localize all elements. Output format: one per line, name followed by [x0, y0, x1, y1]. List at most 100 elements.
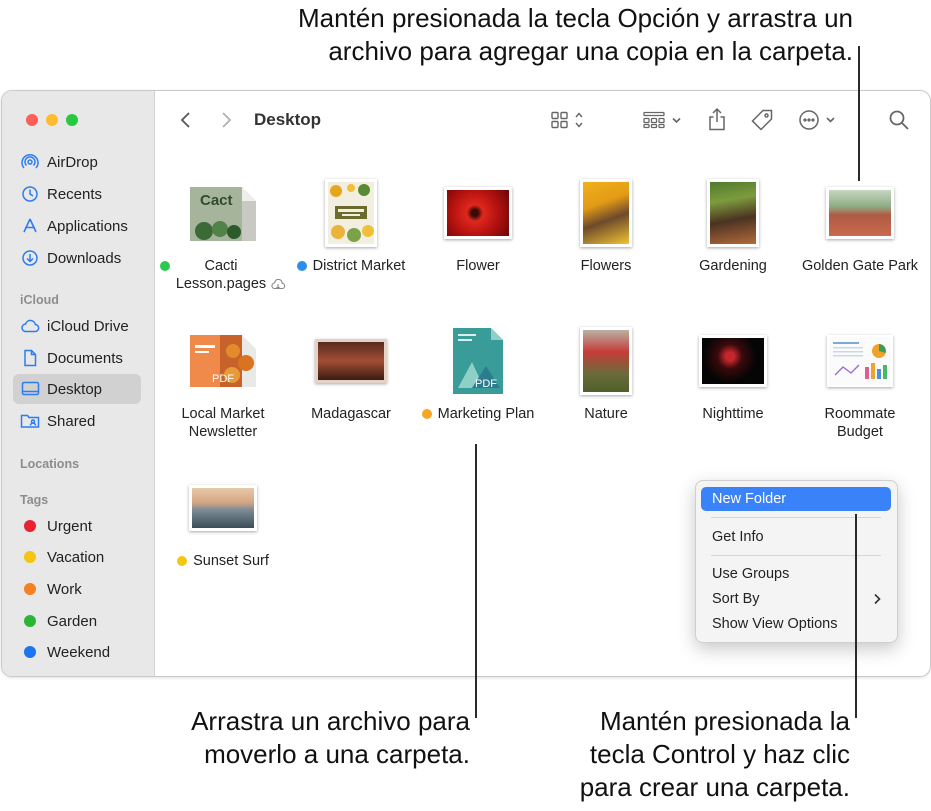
sidebar-heading-tags: Tags	[20, 493, 49, 507]
sidebar-tag-vacation[interactable]: Vacation	[13, 542, 141, 572]
file-sunset-surf[interactable]: Sunset Surf	[160, 472, 286, 570]
share-icon	[709, 107, 725, 131]
sidebar-item-label: iCloud Drive	[47, 317, 129, 335]
sidebar-item-label: Downloads	[47, 249, 122, 267]
photo-thumbnail	[699, 335, 767, 387]
sidebar-item-recents[interactable]: Recents	[13, 179, 141, 209]
photo-thumbnail	[826, 187, 894, 239]
photo-thumbnail	[580, 179, 632, 247]
close-window-button[interactable]	[26, 114, 38, 126]
menu-item-get-info[interactable]: Get Info	[701, 525, 891, 549]
photo-thumbnail	[444, 187, 512, 239]
file-flower[interactable]: Flower	[415, 177, 541, 275]
window-title: Desktop	[254, 110, 322, 129]
file-nature[interactable]: Nature	[543, 325, 669, 423]
share-button[interactable]	[704, 105, 730, 133]
file-local-market-newsletter[interactable]: PDF Local Market Newsletter	[160, 325, 286, 441]
sidebar-heading-icloud: iCloud	[20, 293, 59, 307]
menu-item-show-view-options[interactable]: Show View Options	[701, 612, 891, 636]
pdf-badge: PDF	[475, 378, 497, 390]
callout-drag-to-folder: Arrastra un archivo para moverlo a una c…	[191, 706, 470, 769]
applications-icon	[13, 217, 47, 235]
tag-dot-icon	[24, 646, 36, 658]
view-mode-button[interactable]	[548, 108, 590, 132]
sidebar-item-documents[interactable]: Documents	[13, 343, 141, 373]
numbers-thumbnail	[827, 335, 893, 387]
file-label: Golden Gate Park	[801, 258, 919, 274]
sidebar-item-airdrop[interactable]: AirDrop	[13, 147, 141, 177]
sidebar: AirDrop Recents Applications Downloads i…	[2, 91, 155, 676]
airdrop-icon	[13, 153, 47, 171]
tag-dot-icon	[296, 261, 307, 271]
file-roommate-budget[interactable]: Roommate Budget	[797, 325, 923, 441]
menu-item-use-groups[interactable]: Use Groups	[701, 562, 891, 586]
file-label: Madagascar	[311, 406, 391, 422]
group-view-icon	[643, 111, 681, 129]
sidebar-item-label: Desktop	[47, 380, 103, 398]
file-flowers[interactable]: Flowers	[543, 177, 669, 275]
file-label: Nature	[584, 406, 628, 422]
poster-thumbnail	[325, 179, 377, 247]
file-label: Local Market Newsletter	[181, 406, 265, 440]
menu-item-label: Sort By	[712, 591, 760, 607]
file-gardening[interactable]: Gardening	[670, 177, 796, 275]
back-icon	[180, 112, 190, 128]
sidebar-item-shared[interactable]: Shared	[13, 406, 141, 436]
file-label: Nighttime	[702, 406, 764, 422]
keynote-thumbnail	[315, 339, 387, 383]
callout-control-click: Mantén presionada la tecla Control y haz…	[579, 706, 850, 802]
pdf-badge: PDF	[212, 373, 234, 385]
file-label: Flower	[456, 258, 500, 274]
minimize-window-button[interactable]	[46, 114, 58, 126]
file-label: Marketing Plan	[437, 406, 535, 422]
back-button[interactable]	[174, 107, 198, 133]
sidebar-tag-urgent[interactable]: Urgent	[13, 511, 141, 541]
search-button[interactable]	[886, 107, 912, 133]
cloud-icon	[13, 318, 47, 334]
file-label: Roommate Budget	[824, 406, 896, 440]
sidebar-tag-weekend[interactable]: Weekend	[13, 637, 141, 667]
forward-button[interactable]	[214, 107, 238, 133]
group-button[interactable]	[640, 108, 686, 132]
more-actions-button[interactable]	[796, 107, 842, 133]
cloud-download-icon	[271, 279, 286, 290]
sidebar-item-desktop[interactable]: Desktop	[13, 374, 141, 404]
file-madagascar[interactable]: Madagascar	[288, 325, 414, 423]
leader-line-drag	[475, 444, 477, 718]
callout-option-drag: Mantén presionada la tecla Opción y arra…	[298, 3, 853, 66]
sidebar-tag-work[interactable]: Work	[13, 574, 141, 604]
shared-folder-icon	[13, 413, 47, 429]
file-label: Flowers	[580, 258, 632, 274]
sidebar-item-downloads[interactable]: Downloads	[13, 243, 141, 273]
download-icon	[13, 249, 47, 267]
file-district-market[interactable]: District Market	[288, 177, 414, 275]
tag-dot-icon	[24, 615, 36, 627]
document-icon	[13, 349, 47, 367]
svg-text:Cact: Cact	[200, 192, 233, 209]
tag-button[interactable]	[748, 106, 776, 134]
file-label: Sunset Surf	[193, 553, 269, 569]
tag-dot-icon	[421, 409, 432, 419]
chevron-right-icon	[874, 593, 881, 605]
zoom-window-button[interactable]	[66, 114, 78, 126]
tag-dot-icon	[24, 583, 36, 595]
sidebar-item-applications[interactable]: Applications	[13, 211, 141, 241]
leader-line-control-click	[855, 514, 857, 718]
icon-view-icon	[551, 111, 583, 129]
file-golden-gate-park[interactable]: Golden Gate Park	[797, 177, 923, 275]
sidebar-item-label: Work	[47, 580, 82, 598]
file-nighttime[interactable]: Nighttime	[670, 325, 796, 423]
sidebar-tag-garden[interactable]: Garden	[13, 606, 141, 636]
sidebar-heading-locations: Locations	[20, 457, 80, 471]
pdf-document-icon: PDF	[183, 325, 263, 397]
menu-item-sort-by[interactable]: Sort By	[701, 587, 891, 611]
context-menu: New Folder Get Info Use Groups Sort By S…	[695, 480, 898, 643]
file-cacti-lesson[interactable]: Cact Cacti Lesson.pages	[159, 177, 286, 293]
tag-dot-icon	[177, 556, 188, 566]
sidebar-item-icloud-drive[interactable]: iCloud Drive	[13, 311, 141, 341]
search-icon	[889, 110, 909, 130]
forward-icon	[222, 112, 232, 128]
file-marketing-plan[interactable]: PDF Marketing Plan	[415, 325, 541, 423]
file-label: Gardening	[699, 258, 767, 274]
menu-item-new-folder[interactable]: New Folder	[701, 487, 891, 511]
